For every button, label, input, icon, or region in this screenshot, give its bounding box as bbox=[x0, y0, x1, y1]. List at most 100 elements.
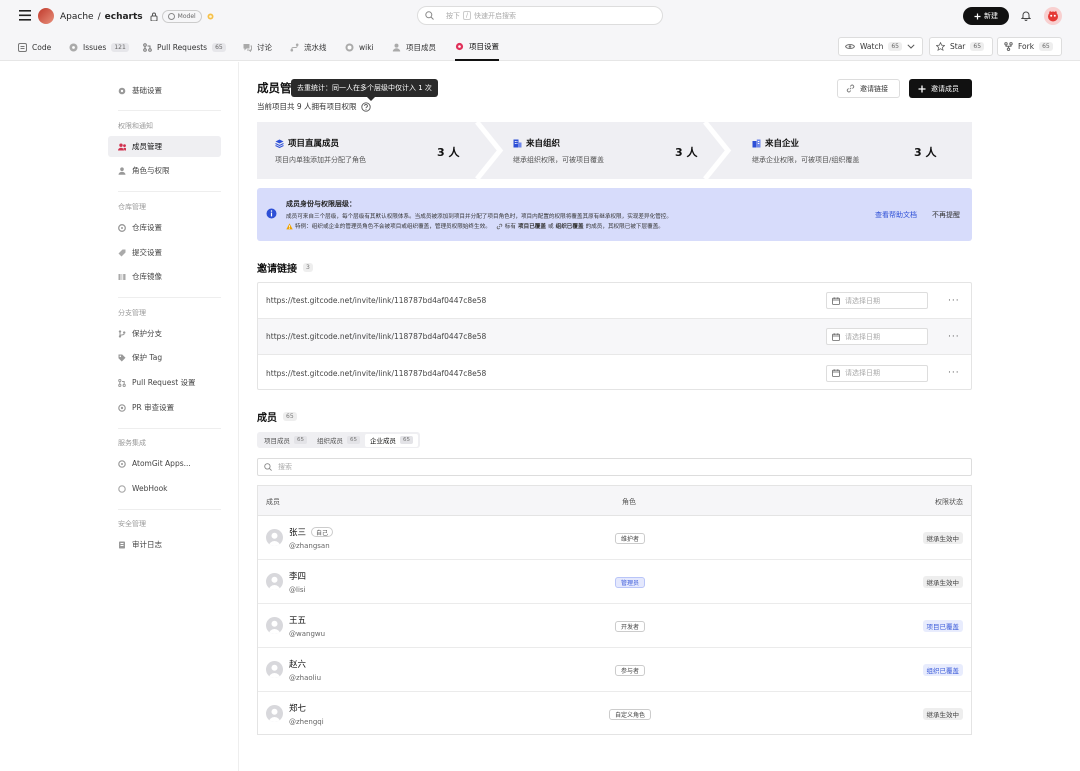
sidebar-item-commit-settings[interactable]: 提交设置 bbox=[108, 242, 221, 263]
stat-desc: 项目内单独添加并分配了角色 bbox=[275, 156, 366, 164]
more-actions-icon[interactable]: ··· bbox=[948, 332, 960, 342]
tab-discussions[interactable]: 讨论 bbox=[243, 33, 272, 61]
bell-icon[interactable] bbox=[1021, 10, 1031, 21]
tab-members-label: 项目成员 bbox=[406, 42, 436, 52]
avatar bbox=[266, 573, 283, 590]
member-search-input[interactable]: 搜索 bbox=[257, 458, 972, 476]
column-member: 成员 bbox=[266, 498, 280, 506]
invite-url[interactable]: https://test.gitcode.net/invite/link/118… bbox=[266, 332, 486, 341]
fork-icon bbox=[1004, 42, 1013, 51]
notice-project-override: 项目已覆盖 bbox=[518, 224, 546, 230]
sidebar-item-label: Pull Request 设置 bbox=[132, 378, 196, 387]
invite-url[interactable]: https://test.gitcode.net/invite/link/118… bbox=[266, 296, 486, 305]
sidebar-item-repo-settings[interactable]: 仓库设置 bbox=[108, 217, 221, 238]
role-badge[interactable]: 自定义角色 bbox=[608, 709, 652, 720]
help-doc-link[interactable]: 查看帮助文档 bbox=[875, 210, 917, 220]
menu-icon[interactable] bbox=[19, 10, 31, 21]
path-separator: / bbox=[97, 11, 101, 22]
tab-members[interactable]: 项目成员 bbox=[392, 33, 436, 61]
eye-icon bbox=[845, 43, 855, 50]
new-button-label: 新建 bbox=[984, 12, 998, 20]
member-name: 赵六 bbox=[289, 660, 307, 670]
sidebar-item-pr-review[interactable]: PR 审查设置 bbox=[108, 397, 221, 418]
table-row[interactable]: 李四 @lisi 管理员 继承生效中 bbox=[258, 560, 971, 604]
fork-button[interactable]: Fork 65 bbox=[997, 37, 1062, 56]
sidebar-item-label: AtomGit Apps... bbox=[132, 459, 191, 468]
tab-settings-label: 项目设置 bbox=[469, 41, 499, 51]
tab-pull-requests[interactable]: Pull Requests 65 bbox=[143, 33, 226, 61]
org-icon bbox=[513, 139, 522, 148]
sidebar-item-atomgit-apps[interactable]: AtomGit Apps... bbox=[108, 453, 221, 474]
table-row[interactable]: 赵六 @zhaoliu 参与者 组织已覆盖 bbox=[258, 648, 971, 692]
tab-settings[interactable]: 项目设置 bbox=[455, 33, 499, 61]
tab-issues-label: Issues bbox=[83, 42, 107, 52]
tab-issues[interactable]: Issues 121 bbox=[69, 33, 129, 61]
sidebar-item-members[interactable]: 成员管理 bbox=[108, 136, 221, 157]
sidebar-divider bbox=[118, 297, 221, 298]
more-actions-icon[interactable]: ··· bbox=[948, 296, 960, 306]
branch-icon bbox=[118, 329, 126, 338]
role-badge[interactable]: 参与者 bbox=[614, 665, 646, 676]
status-badge: 继承生效中 bbox=[922, 532, 963, 544]
invite-url[interactable]: https://test.gitcode.net/invite/link/118… bbox=[266, 369, 486, 378]
member-username: @zhaoliu bbox=[289, 674, 322, 682]
more-actions-icon[interactable]: ··· bbox=[948, 368, 960, 378]
sidebar-item-protected-branch[interactable]: 保护分支 bbox=[108, 323, 221, 344]
sidebar-item-roles[interactable]: 角色与权限 bbox=[108, 160, 221, 181]
stat-count: 3 人 bbox=[914, 146, 937, 159]
watch-button[interactable]: Watch 65 bbox=[838, 37, 923, 56]
invite-links-header: 邀请链接 3 bbox=[257, 260, 313, 275]
tab-project-members[interactable]: 项目成员 65 bbox=[259, 434, 312, 447]
user-avatar[interactable] bbox=[1044, 7, 1062, 25]
tab-wiki[interactable]: wiki bbox=[345, 33, 374, 61]
sidebar-item-mirror[interactable]: 仓库镜像 bbox=[108, 266, 221, 287]
member-summary: 当前项目共 9 人拥有项目权限 bbox=[257, 102, 357, 111]
tab-org-members[interactable]: 组织成员 65 bbox=[312, 434, 365, 447]
role-badge[interactable]: 开发者 bbox=[614, 621, 646, 632]
tab-pull-requests-label: Pull Requests bbox=[157, 42, 208, 52]
sidebar-item-audit-log[interactable]: 审计日志 bbox=[108, 534, 221, 555]
pull-request-icon bbox=[118, 378, 126, 387]
tab-pipelines[interactable]: 流水线 bbox=[290, 33, 327, 61]
expiry-date-picker[interactable]: 请选择日期 bbox=[826, 364, 928, 382]
role-badge[interactable]: 维护者 bbox=[614, 533, 646, 544]
global-search[interactable]: 按下 / 快速开启搜索 bbox=[417, 6, 663, 25]
member-username: @zhengqi bbox=[289, 718, 324, 726]
notice-title: 成员身份与权限层级： bbox=[286, 200, 356, 208]
new-button[interactable]: 新建 bbox=[963, 7, 1009, 25]
expiry-date-picker[interactable]: 请选择日期 bbox=[826, 292, 928, 309]
code-icon bbox=[18, 42, 27, 52]
table-row[interactable]: 张三 自己 @zhangsan 维护者 继承生效中 bbox=[258, 516, 971, 560]
sidebar-item-basic[interactable]: 基础设置 bbox=[108, 80, 221, 101]
members-icon bbox=[392, 43, 401, 52]
star-button[interactable]: Star 65 bbox=[929, 37, 993, 56]
role-badge[interactable]: 管理员 bbox=[614, 577, 646, 588]
sidebar-item-pr-settings[interactable]: Pull Request 设置 bbox=[108, 372, 221, 393]
member-name: 郑七 bbox=[289, 704, 307, 714]
member-username: @lisi bbox=[289, 586, 306, 594]
tab-pipelines-label: 流水线 bbox=[304, 42, 327, 52]
repo-owner-link[interactable]: Apache bbox=[60, 12, 94, 22]
sidebar-divider bbox=[118, 110, 221, 111]
sidebar-item-label: 审计日志 bbox=[132, 540, 162, 549]
tab-count: 65 bbox=[294, 436, 307, 444]
tab-code[interactable]: Code bbox=[18, 33, 51, 61]
sidebar-item-label: 保护 Tag bbox=[132, 353, 163, 362]
stat-direct-members: 项目直属成员 项目内单独添加并分配了角色 3 人 bbox=[257, 122, 487, 179]
help-circle-icon[interactable] bbox=[360, 101, 371, 112]
sidebar-item-webhook[interactable]: WebHook bbox=[108, 478, 221, 499]
repo-name-link[interactable]: echarts bbox=[105, 12, 143, 22]
repo-owner-avatar[interactable] bbox=[38, 8, 54, 24]
date-placeholder: 请选择日期 bbox=[845, 296, 880, 305]
sidebar-item-protected-tag[interactable]: 保护 Tag bbox=[108, 347, 221, 368]
member-name: 王五 bbox=[289, 616, 307, 626]
table-row[interactable]: 郑七 @zhengqi 自定义角色 继承生效中 bbox=[258, 692, 971, 736]
table-row[interactable]: 王五 @wangwu 开发者 项目已覆盖 bbox=[258, 604, 971, 648]
tab-enterprise-members[interactable]: 企业成员 65 bbox=[365, 433, 418, 447]
invite-member-button[interactable]: 邀请成员 bbox=[909, 79, 972, 98]
model-badge[interactable]: Model bbox=[161, 10, 202, 23]
calendar-icon bbox=[832, 296, 840, 305]
dismiss-notice-button[interactable]: 不再提醒 bbox=[932, 210, 960, 220]
invite-link-button[interactable]: 邀请链接 bbox=[837, 79, 900, 98]
expiry-date-picker[interactable]: 请选择日期 bbox=[826, 328, 928, 345]
